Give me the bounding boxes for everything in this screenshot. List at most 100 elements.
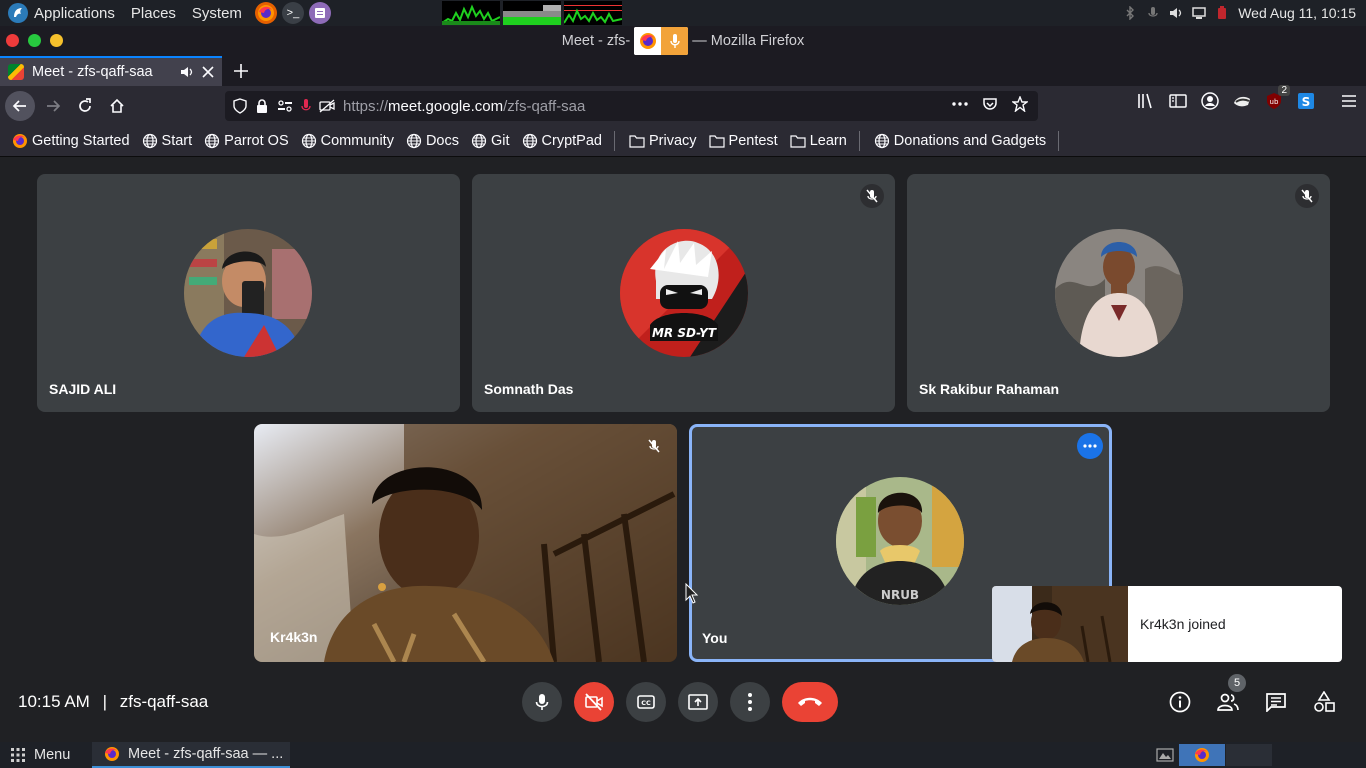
pocket-icon[interactable]	[982, 96, 998, 112]
camera-blocked-icon[interactable]	[319, 99, 335, 113]
bluetooth-icon[interactable]	[1123, 6, 1137, 20]
applications-menu[interactable]: Applications	[0, 0, 123, 26]
window-titlebar: Meet - zfs- — Mozilla Firefox	[0, 26, 1366, 56]
tile-more-options-button[interactable]	[1077, 433, 1103, 459]
places-menu[interactable]: Places	[123, 0, 184, 26]
mouse-cursor-icon	[685, 583, 699, 604]
workspace-1-preview[interactable]	[1179, 744, 1225, 766]
home-button[interactable]	[102, 91, 132, 121]
avatar-text: MR SD-YT	[652, 326, 717, 340]
bookmark-label: Start	[161, 133, 193, 149]
privacy-badger-icon[interactable]	[1232, 91, 1252, 111]
participant-tile-kr4k3n[interactable]: Kr4k3n	[254, 424, 677, 662]
terminal-launcher-icon[interactable]: >_	[281, 2, 304, 24]
bookmark-folder-pentest[interactable]: Pentest	[708, 133, 778, 149]
globe-icon	[874, 133, 889, 149]
page-actions-icon[interactable]	[952, 102, 968, 106]
battery-icon[interactable]	[1215, 6, 1229, 20]
reload-icon	[79, 98, 91, 112]
bookmark-label: CryptPad	[541, 133, 602, 149]
clock[interactable]: Wed Aug 11, 10:15	[1238, 5, 1356, 21]
present-screen-button[interactable]	[678, 682, 718, 722]
chat-icon	[1266, 693, 1286, 712]
bookmark-getting-started[interactable]: Getting Started	[12, 133, 130, 149]
microphone-icon[interactable]	[1146, 6, 1160, 20]
meeting-details-button[interactable]	[1167, 689, 1193, 715]
svg-text:CC: CC	[641, 699, 651, 707]
camera-button[interactable]	[574, 682, 614, 722]
lock-icon[interactable]	[255, 98, 269, 114]
close-window-button[interactable]	[6, 34, 19, 47]
skype-extension-icon[interactable]: S	[1296, 91, 1316, 111]
bookmark-cryptpad[interactable]: CryptPad	[522, 133, 602, 149]
tab-meet[interactable]: Meet - zfs-qaff-saa	[0, 56, 222, 86]
bookmarks-separator	[1058, 131, 1060, 151]
taskbar-window-label: Meet - zfs-qaff-saa — ...	[128, 746, 284, 762]
network-graph	[563, 1, 622, 25]
bookmark-label: Parrot OS	[224, 133, 289, 149]
back-button[interactable]	[5, 91, 35, 121]
participant-tile-sk-rakibur-rahaman[interactable]: Sk Rakibur Rahaman	[907, 174, 1330, 412]
library-icon[interactable]	[1136, 91, 1156, 111]
taskbar-window-firefox[interactable]: Meet - zfs-qaff-saa — ...	[92, 742, 290, 768]
participant-tile-somnath-das[interactable]: MR SD-YT Somnath Das	[472, 174, 895, 412]
camera-off-icon	[585, 693, 603, 711]
ublock-origin-icon[interactable]: ub 2	[1264, 85, 1290, 111]
text-editor-launcher-icon[interactable]	[308, 2, 331, 24]
join-notification-toast[interactable]: Kr4k3n joined	[992, 586, 1342, 662]
more-options-button[interactable]	[730, 682, 770, 722]
bookmark-community[interactable]: Community	[301, 133, 394, 149]
bookmark-docs[interactable]: Docs	[406, 133, 459, 149]
microphone-button[interactable]	[522, 682, 562, 722]
activities-shapes-icon	[1314, 691, 1335, 712]
bookmarks-toolbar: Getting Started Start Parrot OS Communit…	[0, 126, 1366, 157]
forward-button[interactable]	[38, 91, 68, 121]
account-icon[interactable]	[1200, 91, 1220, 111]
maximize-window-button[interactable]	[28, 34, 41, 47]
url-path: /zfs-qaff-saa	[503, 97, 586, 115]
bookmark-star-icon[interactable]	[1012, 96, 1028, 112]
bookmark-folder-learn[interactable]: Learn	[790, 133, 847, 149]
url-bar[interactable]: https://meet.google.com/zfs-qaff-saa	[225, 91, 1038, 121]
bookmark-folder-privacy[interactable]: Privacy	[629, 133, 697, 149]
window-title-suffix: — Mozilla Firefox	[692, 33, 805, 49]
participant-tile-sajid-ali[interactable]: SAJID ALI	[37, 174, 460, 412]
tab-audio-icon[interactable]	[180, 65, 194, 79]
leave-call-button[interactable]	[782, 682, 838, 722]
start-menu-button[interactable]: Menu	[0, 742, 80, 768]
bookmark-donations-and-gadgets[interactable]: Donations and Gadgets	[874, 133, 1046, 149]
system-menu[interactable]: System	[184, 0, 250, 26]
activities-button[interactable]	[1311, 689, 1337, 715]
sharing-indicator[interactable]	[634, 27, 689, 55]
bookmark-parrot-os[interactable]: Parrot OS	[204, 133, 289, 149]
sidebar-icon[interactable]	[1168, 91, 1188, 111]
reload-button[interactable]	[70, 91, 100, 121]
new-tab-button[interactable]	[228, 58, 254, 84]
globe-icon	[406, 133, 422, 149]
display-icon[interactable]	[1192, 6, 1206, 20]
microphone-permission-icon[interactable]	[301, 98, 311, 114]
people-button[interactable]: 5	[1215, 674, 1246, 715]
bookmark-git[interactable]: Git	[471, 133, 510, 149]
tracking-protection-icon[interactable]	[233, 98, 247, 114]
hamburger-menu-icon[interactable]	[1340, 92, 1358, 110]
avatar: MR SD-YT	[620, 229, 748, 357]
applications-menu-label: Applications	[34, 4, 115, 22]
workspace-2-preview[interactable]	[1226, 744, 1272, 766]
arrow-left-icon	[12, 100, 26, 112]
meet-controls-bar: 10:15 AM | zfs-qaff-saa CC 5	[0, 672, 1366, 742]
tab-close-icon[interactable]	[202, 66, 214, 78]
svg-text:S: S	[1302, 95, 1311, 109]
os-top-panel: Applications Places System >_ Wed Aug 11…	[0, 0, 1366, 26]
people-icon	[1217, 693, 1239, 711]
permissions-icon[interactable]	[277, 99, 293, 113]
firefox-launcher-icon[interactable]	[254, 2, 277, 24]
chat-button[interactable]	[1263, 689, 1289, 715]
minimize-window-button[interactable]	[50, 34, 63, 47]
places-menu-label: Places	[130, 4, 176, 22]
workspace-switcher-icon[interactable]	[1154, 745, 1176, 765]
captions-button[interactable]: CC	[626, 682, 666, 722]
volume-icon[interactable]	[1169, 6, 1183, 20]
participant-name: Sk Rakibur Rahaman	[919, 381, 1060, 397]
bookmark-start[interactable]: Start	[142, 133, 193, 149]
